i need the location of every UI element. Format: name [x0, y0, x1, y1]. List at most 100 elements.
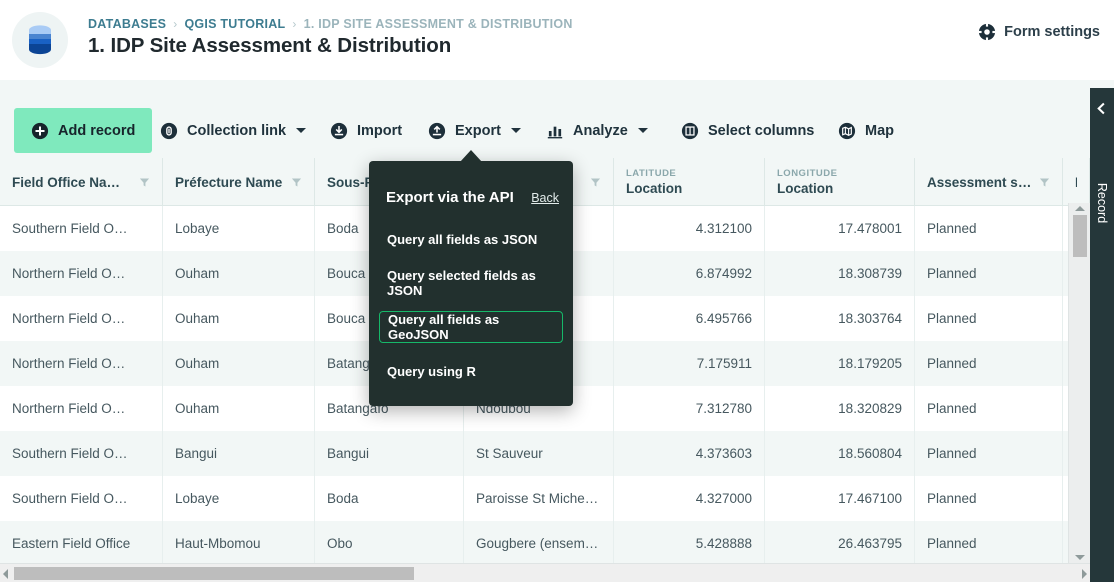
table-cell[interactable]: Northern Field O…	[0, 341, 163, 386]
column-header[interactable]: D…	[1063, 158, 1090, 206]
table-cell[interactable]: 4.327000	[614, 476, 765, 521]
collection-link-button[interactable]: Collection link	[160, 108, 307, 153]
export-menu-item[interactable]: Query selected fields as JSON	[379, 267, 563, 299]
export-menu-item[interactable]: Query all fields as GeoJSON	[379, 311, 563, 343]
table-cell[interactable]: Lobaye	[163, 476, 315, 521]
import-button[interactable]: Import	[330, 108, 402, 153]
table-cell[interactable]: Ouham	[163, 296, 315, 341]
table-cell[interactable]: Ouham	[163, 341, 315, 386]
table-row[interactable]: Southern Field O… Bangui Bangui St Sauveur 4…	[0, 431, 1090, 476]
table-cell[interactable]: 18.320829	[765, 386, 915, 431]
table-cell[interactable]: Boda	[315, 476, 464, 521]
page-header: DATABASES › QGIS TUTORIAL › 1. IDP SITE …	[0, 0, 1114, 80]
table-cell[interactable]: Obo	[315, 521, 464, 563]
export-button[interactable]: Export	[428, 108, 521, 153]
table-cell[interactable]: 18.303764	[765, 296, 915, 341]
scroll-down-arrow-icon[interactable]	[1075, 555, 1085, 560]
map-circle-icon	[838, 122, 856, 139]
table-cell[interactable]: 6.874992	[614, 251, 765, 296]
scroll-right-arrow-icon[interactable]	[1082, 569, 1087, 579]
horizontal-scrollbar[interactable]	[0, 563, 1090, 582]
table-cell[interactable]: Lobaye	[163, 206, 315, 251]
table-cell[interactable]: Northern Field O…	[0, 296, 163, 341]
scroll-up-arrow-icon[interactable]	[1075, 206, 1085, 211]
vertical-scrollbar[interactable]	[1068, 203, 1090, 563]
table-cell[interactable]: Haut-Mbomou	[163, 521, 315, 563]
table-cell[interactable]: 7.312780	[614, 386, 765, 431]
table-cell[interactable]: Planned	[915, 431, 1063, 476]
table-row[interactable]: Southern Field O… Lobaye Boda Paroisse St M…	[0, 476, 1090, 521]
table-cell[interactable]: 17.467100	[765, 476, 915, 521]
record-panel-label: Record	[1095, 182, 1109, 224]
table-cell[interactable]: Planned	[915, 521, 1063, 563]
filter-icon[interactable]	[139, 177, 150, 188]
export-dropdown-menu: Export via the API Back Query all fields…	[369, 161, 573, 406]
table-cell[interactable]: Planned	[915, 386, 1063, 431]
chevron-left-icon[interactable]	[1095, 102, 1108, 115]
add-record-label: Add record	[58, 122, 136, 139]
gear-icon	[978, 23, 996, 41]
table-cell[interactable]: Eastern Field Office	[0, 521, 163, 563]
filter-icon[interactable]	[291, 177, 302, 188]
select-columns-button[interactable]: Select columns	[681, 108, 814, 153]
export-menu-back-link[interactable]: Back	[531, 191, 559, 205]
table-cell[interactable]: Northern Field O…	[0, 251, 163, 296]
column-header-label: D…	[1075, 175, 1077, 190]
table-cell[interactable]: 18.179205	[765, 341, 915, 386]
column-header[interactable]: Field Office Na…	[0, 158, 163, 206]
table-cell[interactable]: Planned	[915, 251, 1063, 296]
filter-icon[interactable]	[1039, 177, 1050, 188]
map-label: Map	[865, 122, 894, 139]
record-panel-tab[interactable]: Record	[1090, 88, 1114, 582]
table-cell[interactable]: Southern Field O…	[0, 431, 163, 476]
table-cell[interactable]: Northern Field O…	[0, 386, 163, 431]
table-cell[interactable]: 18.560804	[765, 431, 915, 476]
filter-icon[interactable]	[590, 177, 601, 188]
add-record-button[interactable]: Add record	[14, 108, 153, 153]
table-cell[interactable]: St Sauveur	[464, 431, 614, 476]
table-cell[interactable]: Ouham	[163, 251, 315, 296]
horizontal-scroll-thumb[interactable]	[14, 567, 414, 580]
table-cell[interactable]: 18.308739	[765, 251, 915, 296]
chevron-down-icon	[510, 128, 521, 133]
table-cell[interactable]: Ouham	[163, 386, 315, 431]
table-cell[interactable]: Planned	[915, 206, 1063, 251]
table-cell[interactable]: 4.373603	[614, 431, 765, 476]
export-menu-item[interactable]: Query all fields as JSON	[379, 223, 563, 255]
table-cell[interactable]: Planned	[915, 341, 1063, 386]
breadcrumb-item-qgis-tutorial[interactable]: QGIS TUTORIAL	[184, 17, 285, 31]
table-cell[interactable]: 17.478001	[765, 206, 915, 251]
table-cell[interactable]: Bangui	[315, 431, 464, 476]
map-button[interactable]: Map	[838, 108, 894, 153]
table-row[interactable]: Eastern Field Office Haut-Mbomou Obo Gougbe…	[0, 521, 1090, 563]
table-cell[interactable]: Paroisse St Miche…	[464, 476, 614, 521]
breadcrumb-separator: ›	[292, 17, 297, 31]
table-cell[interactable]: Gougbere (ensem…	[464, 521, 614, 563]
analyze-button[interactable]: Analyze	[546, 108, 648, 153]
table-cell[interactable]: 4.312100	[614, 206, 765, 251]
table-cell[interactable]: Southern Field O…	[0, 476, 163, 521]
import-label: Import	[357, 122, 403, 139]
breadcrumb-item-databases[interactable]: DATABASES	[88, 17, 166, 31]
breadcrumb-item-current: 1. IDP SITE ASSESSMENT & DISTRIBUTION	[303, 17, 573, 31]
column-header[interactable]: Préfecture Name	[163, 158, 315, 206]
dropdown-caret	[460, 150, 482, 162]
column-header[interactable]: Assessment sta…	[915, 158, 1063, 206]
column-header[interactable]: LATITUDE Location	[614, 158, 765, 206]
table-cell[interactable]: Planned	[915, 296, 1063, 341]
form-settings-button[interactable]: Form settings	[978, 23, 1100, 41]
table-cell[interactable]: 5.428888	[614, 521, 765, 563]
scroll-left-arrow-icon[interactable]	[3, 569, 8, 579]
table-cell[interactable]: 6.495766	[614, 296, 765, 341]
column-header[interactable]: LONGITUDE Location	[765, 158, 915, 206]
plus-circle-icon	[31, 122, 49, 139]
table-cell[interactable]: 7.175911	[614, 341, 765, 386]
vertical-scroll-thumb[interactable]	[1073, 215, 1087, 257]
table-cell[interactable]: Southern Field O…	[0, 206, 163, 251]
column-header-label: Préfecture Name	[175, 174, 283, 190]
export-menu-item[interactable]: Query using R	[379, 355, 563, 387]
table-cell[interactable]: 26.463795	[765, 521, 915, 563]
export-menu-title: Export via the API	[386, 189, 514, 206]
table-cell[interactable]: Bangui	[163, 431, 315, 476]
table-cell[interactable]: Planned	[915, 476, 1063, 521]
